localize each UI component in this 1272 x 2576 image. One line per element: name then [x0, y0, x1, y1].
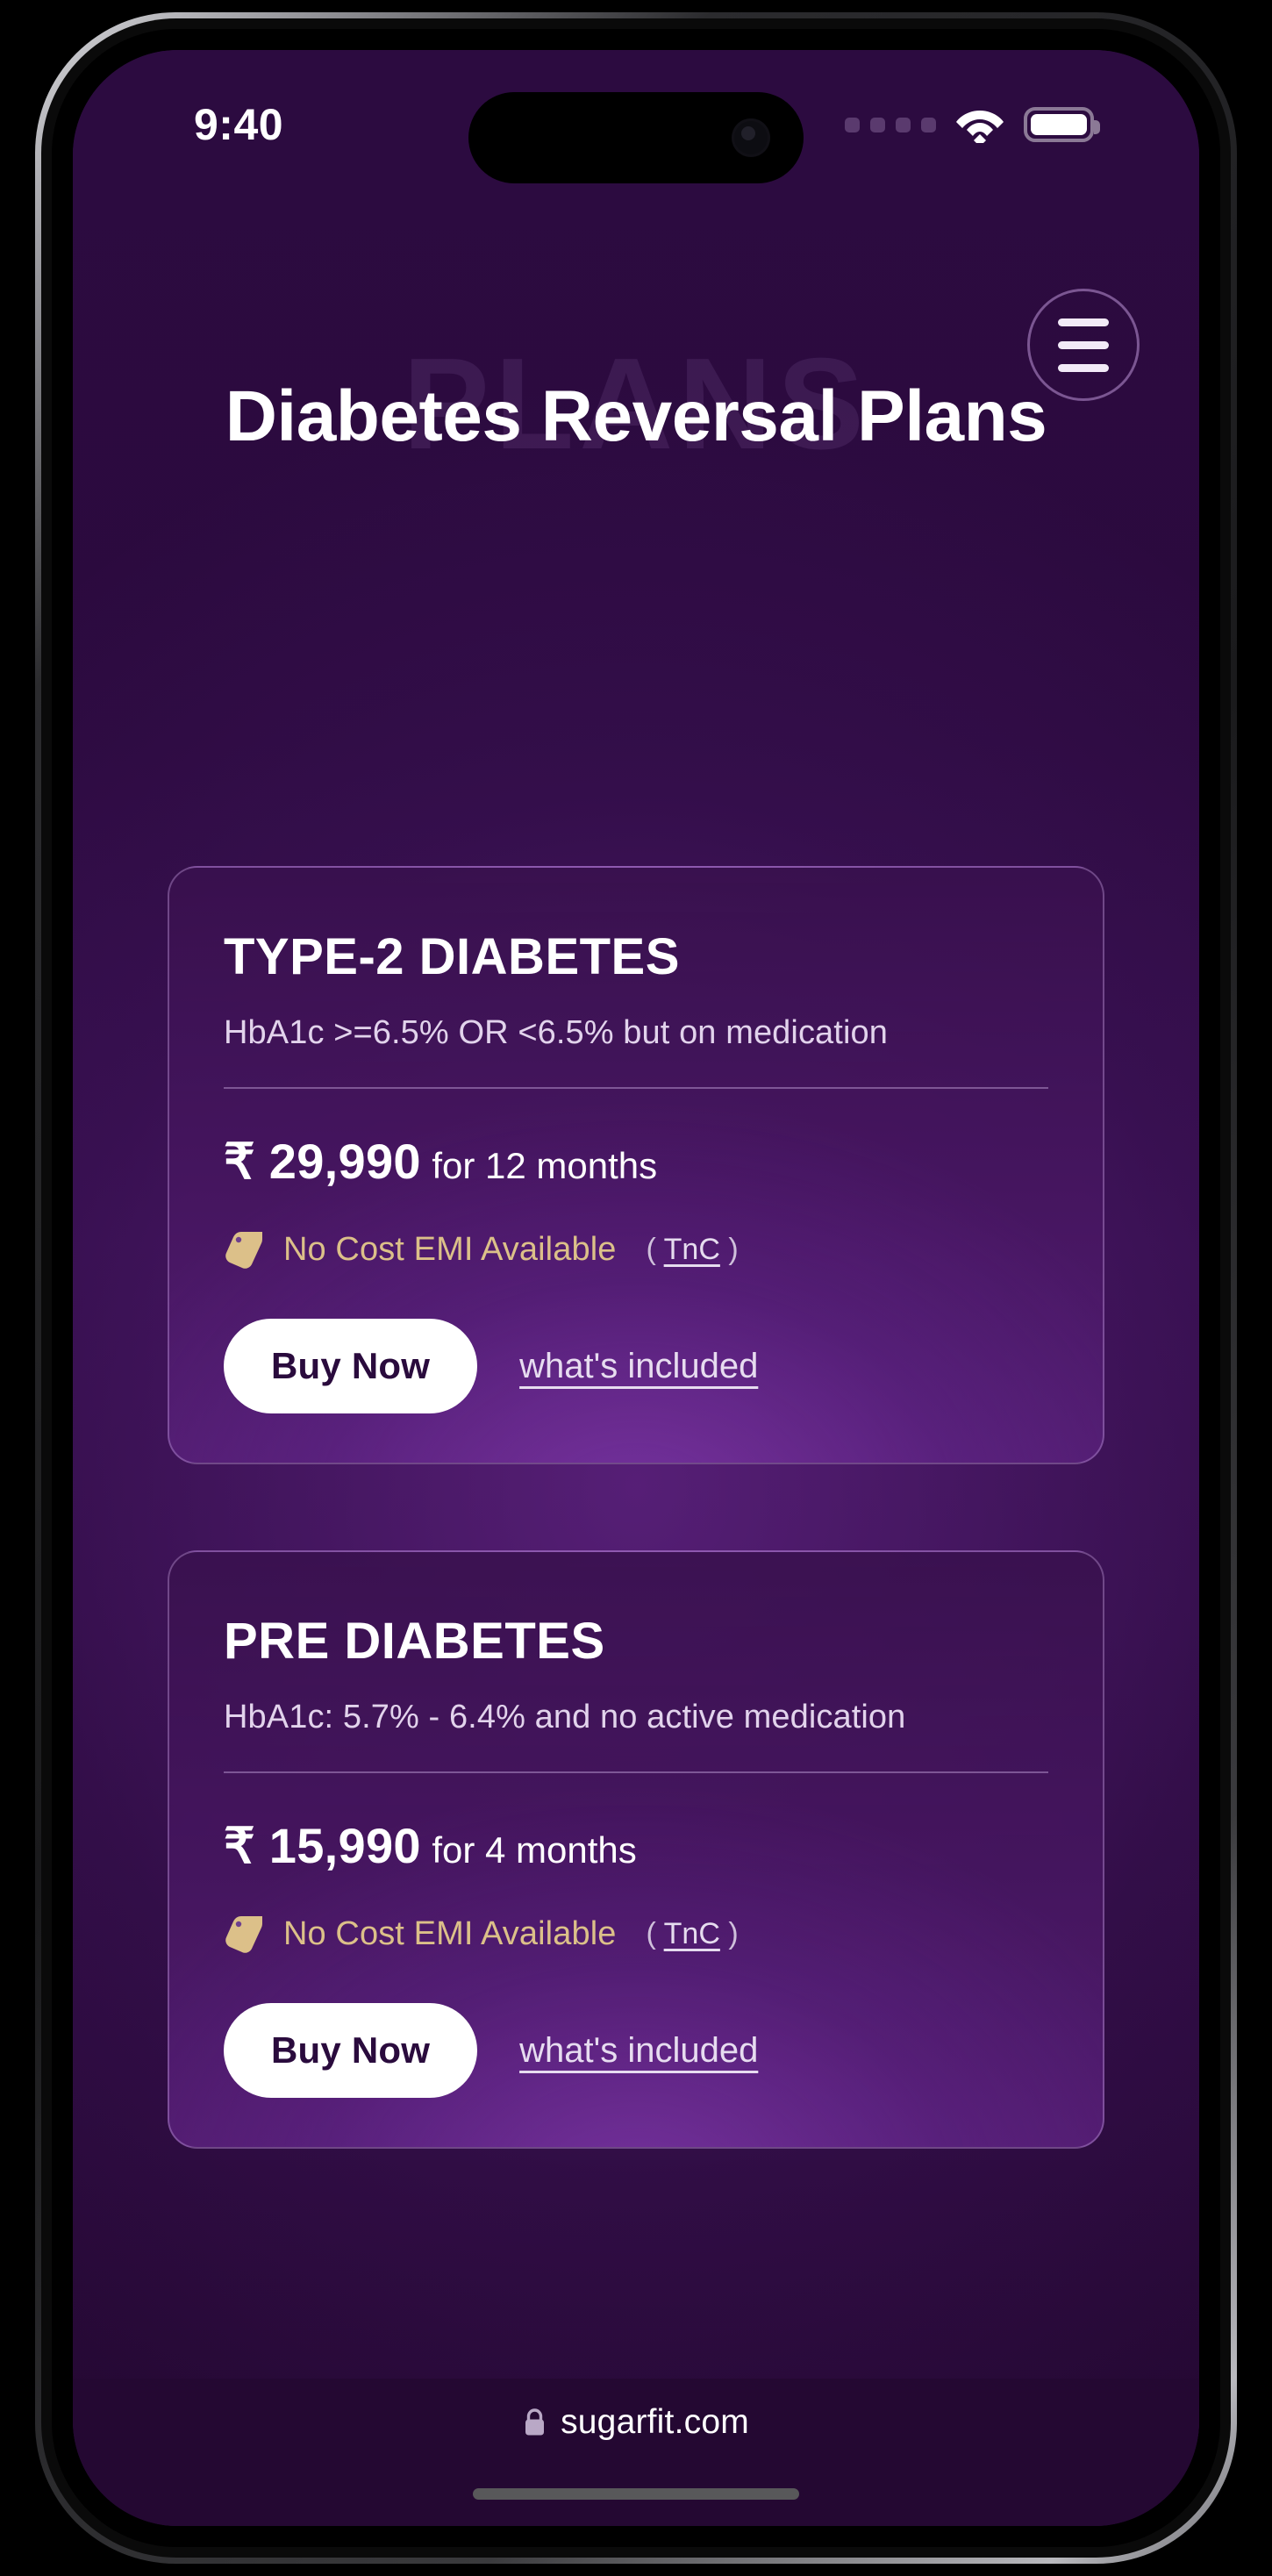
front-camera-icon	[732, 118, 770, 157]
home-indicator[interactable]	[473, 2488, 799, 2500]
address-bar[interactable]: sugarfit.com	[523, 2403, 749, 2442]
plan-title: TYPE-2 DIABETES	[224, 928, 680, 985]
card-divider	[224, 1771, 1048, 1773]
plan-price: ₹ 29,990	[224, 1134, 421, 1189]
tnc-link[interactable]: TnC	[664, 1917, 720, 1950]
dynamic-island	[468, 92, 804, 183]
tnc-link[interactable]: TnC	[664, 1233, 720, 1266]
phone-frame: 9:40 PLANS Diabetes Reversal Plans TYPE-…	[35, 12, 1237, 2564]
plan-criteria: HbA1c >=6.5% OR <6.5% but on medication	[224, 1014, 888, 1051]
tnc-close-paren: )	[728, 1916, 739, 1950]
phone-midframe: 9:40 PLANS Diabetes Reversal Plans TYPE-…	[41, 18, 1231, 2558]
plan-tnc: ( TnC )	[646, 1233, 738, 1267]
browser-bottom-bar: sugarfit.com	[73, 2379, 1199, 2526]
plan-cta-row: Buy Now what's included	[224, 1319, 1048, 1413]
plan-cta-row: Buy Now what's included	[224, 2003, 1048, 2098]
whats-included-link[interactable]: what's included	[519, 1347, 758, 1386]
plan-term: for 12 months	[432, 1145, 658, 1186]
plan-card[interactable]: PRE DIABETES HbA1c: 5.7% - 6.4% and no a…	[168, 1550, 1104, 2149]
card-divider	[224, 1087, 1048, 1089]
page-title: Diabetes Reversal Plans	[225, 376, 1047, 456]
price-tag-icon	[225, 1232, 262, 1269]
plan-title: PRE DIABETES	[224, 1613, 605, 1670]
plan-criteria: HbA1c: 5.7% - 6.4% and no active medicat…	[224, 1699, 906, 1735]
status-bar-time: 9:40	[194, 100, 284, 149]
plan-price-row: ₹ 15,990 for 4 months	[224, 1817, 1048, 1875]
plan-emi-row: No Cost EMI Available ( TnC )	[224, 1914, 1048, 1954]
battery-full-icon	[1024, 107, 1100, 142]
plan-term: for 4 months	[432, 1829, 637, 1871]
plan-card[interactable]: TYPE-2 DIABETES HbA1c >=6.5% OR <6.5% bu…	[168, 866, 1104, 1464]
status-bar-indicators	[845, 106, 1100, 143]
signal-dots-icon	[845, 117, 936, 132]
plan-price: ₹ 15,990	[224, 1818, 421, 1873]
plan-card-list: TYPE-2 DIABETES HbA1c >=6.5% OR <6.5% bu…	[73, 866, 1199, 2149]
tnc-open-paren: (	[646, 1916, 656, 1950]
plan-tnc: ( TnC )	[646, 1917, 738, 1951]
buy-now-button[interactable]: Buy Now	[224, 1319, 478, 1413]
plan-emi-label: No Cost EMI Available	[283, 1230, 617, 1268]
plan-emi-row: No Cost EMI Available ( TnC )	[224, 1229, 1048, 1270]
lock-icon	[525, 2408, 545, 2436]
phone-screen: 9:40 PLANS Diabetes Reversal Plans TYPE-…	[73, 50, 1199, 2526]
plan-price-row: ₹ 29,990 for 12 months	[224, 1133, 1048, 1191]
url-text: sugarfit.com	[561, 2403, 749, 2441]
price-tag-icon	[225, 1916, 262, 1953]
buy-now-button[interactable]: Buy Now	[224, 2003, 478, 2098]
wifi-icon	[956, 111, 1004, 143]
screenshot-stage: 9:40 PLANS Diabetes Reversal Plans TYPE-…	[0, 0, 1272, 2576]
whats-included-link[interactable]: what's included	[519, 2031, 758, 2071]
plan-emi-label: No Cost EMI Available	[283, 1914, 617, 1952]
hamburger-menu-icon[interactable]	[1027, 289, 1140, 401]
tnc-close-paren: )	[728, 1232, 739, 1266]
tnc-open-paren: (	[646, 1232, 656, 1266]
phone-bezel: 9:40 PLANS Diabetes Reversal Plans TYPE-…	[52, 29, 1220, 2547]
